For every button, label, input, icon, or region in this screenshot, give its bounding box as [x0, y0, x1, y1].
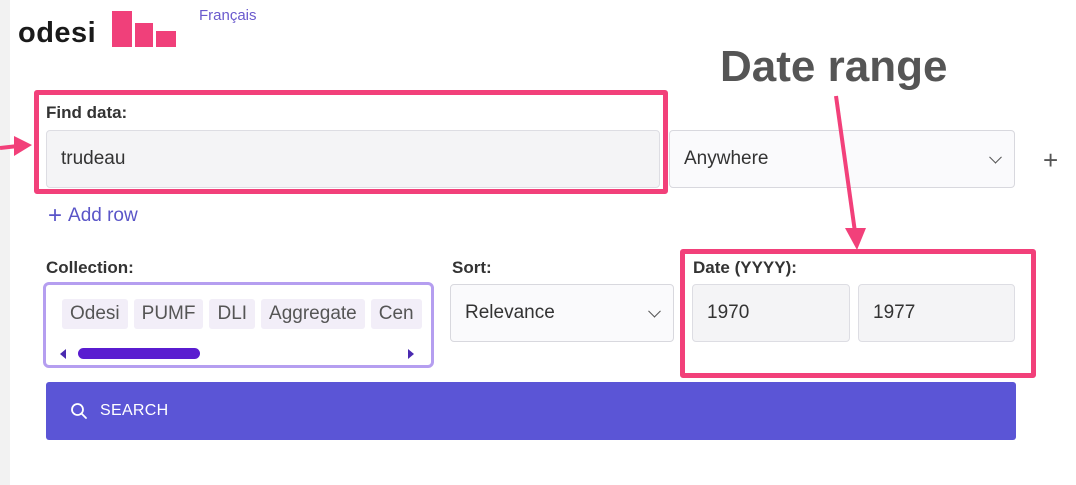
add-row-label: Add row — [68, 205, 138, 226]
search-button[interactable]: SEARCH — [46, 382, 1016, 440]
sort-value: Relevance — [465, 302, 555, 323]
collection-chip-aggregate[interactable]: Aggregate — [261, 299, 365, 329]
sort-label: Sort: — [452, 258, 492, 277]
collection-chip-cen[interactable]: Cen — [370, 299, 422, 329]
scroll-right-icon[interactable] — [408, 349, 414, 359]
collection-selector[interactable]: Odesi PUMF DLI Aggregate Cen — [43, 282, 434, 368]
collection-label: Collection: — [46, 258, 134, 277]
search-scope-value: Anywhere — [684, 148, 769, 169]
date-range-highlight — [680, 249, 1036, 378]
annotation-title: Date range — [720, 42, 948, 91]
brand-name[interactable]: odesi — [18, 17, 96, 50]
search-button-label: SEARCH — [100, 402, 169, 419]
scroll-left-icon[interactable] — [60, 349, 66, 359]
search-icon — [71, 403, 87, 419]
search-scope-select[interactable]: Anywhere — [669, 130, 1015, 188]
chevron-down-icon — [648, 304, 661, 318]
find-data-highlight — [34, 90, 668, 194]
logo-bar — [156, 31, 176, 47]
add-field-button[interactable]: + — [1043, 145, 1058, 176]
plus-icon: + — [48, 202, 63, 229]
collection-chip-dli[interactable]: DLI — [209, 299, 256, 329]
chevron-down-icon — [989, 150, 1002, 164]
language-toggle-link[interactable]: Français — [199, 7, 257, 24]
odesi-logo-icon[interactable] — [112, 11, 176, 47]
collection-scrollbar[interactable] — [54, 347, 424, 361]
collection-chip-pumf[interactable]: PUMF — [133, 299, 204, 329]
logo-bar — [112, 11, 132, 47]
add-row-button[interactable]: + Add row — [48, 202, 138, 229]
logo-bar — [135, 23, 153, 47]
collection-chip-list: Odesi PUMF DLI Aggregate Cen — [62, 299, 422, 329]
sort-select[interactable]: Relevance — [450, 284, 674, 342]
scrollbar-thumb[interactable] — [78, 348, 200, 359]
collection-chip-odesi[interactable]: Odesi — [62, 299, 128, 329]
